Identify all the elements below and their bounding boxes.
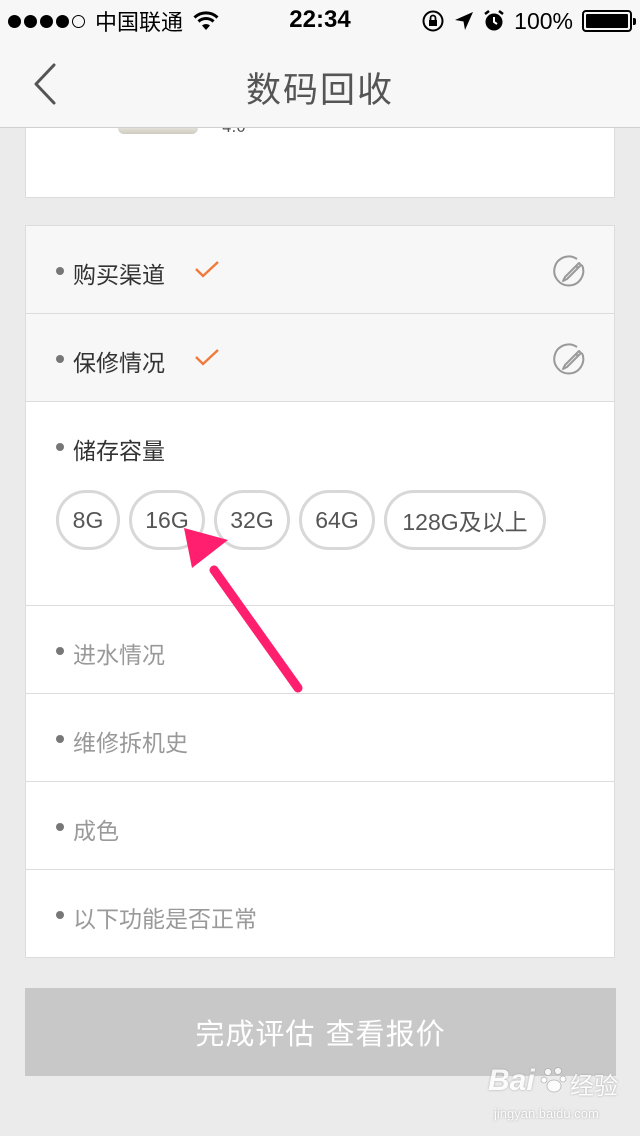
- status-bar: 中国联通 22:34 100%: [0, 0, 640, 40]
- section-label: 成色: [73, 819, 119, 845]
- edit-icon[interactable]: [552, 253, 586, 287]
- section-water-damage[interactable]: 进水情况: [26, 606, 614, 694]
- baidu-watermark: Bai 经验 jingyan.baidu.com: [488, 1058, 638, 1134]
- navigation-bar: 数码回收: [0, 40, 640, 128]
- section-label: 购买渠道: [73, 263, 165, 289]
- watermark-url: jingyan.baidu.com: [494, 1106, 599, 1121]
- bullet-icon: [56, 267, 64, 275]
- section-functions[interactable]: 以下功能是否正常: [26, 870, 614, 957]
- bullet-icon: [56, 443, 64, 451]
- section-label: 储存容量: [73, 439, 165, 465]
- section-repair-history[interactable]: 维修拆机史: [26, 694, 614, 782]
- section-storage: 储存容量 8G 16G 32G 64G 128G及以上: [26, 402, 614, 606]
- watermark-brand: Bai: [488, 1064, 535, 1097]
- option-128g-plus[interactable]: 128G及以上: [384, 490, 546, 550]
- section-purchase-channel[interactable]: 购买渠道: [26, 226, 614, 314]
- section-label: 维修拆机史: [73, 731, 188, 757]
- section-label: 保修情况: [73, 351, 165, 377]
- product-image: [118, 128, 198, 134]
- battery-level-fill: [586, 14, 628, 28]
- page-title: 数码回收: [245, 71, 394, 111]
- bullet-icon: [56, 647, 64, 655]
- battery-icon: [582, 10, 636, 32]
- rotation-lock-icon: [422, 10, 444, 32]
- section-label: 进水情况: [73, 643, 165, 669]
- bullet-icon: [56, 735, 64, 743]
- section-label: 以下功能是否正常: [73, 907, 257, 933]
- evaluation-card: 购买渠道 保修情况 储存容量 8G 16G 32G 64G 128G及以上 进水…: [25, 225, 615, 958]
- bullet-icon: [56, 355, 64, 363]
- bullet-icon: [56, 823, 64, 831]
- edit-icon[interactable]: [552, 341, 586, 375]
- checkmark-icon: [195, 261, 219, 278]
- section-condition[interactable]: 成色: [26, 782, 614, 870]
- product-card: 4.0: [25, 128, 615, 198]
- section-warranty[interactable]: 保修情况: [26, 314, 614, 402]
- bullet-icon: [56, 911, 64, 919]
- product-partial-text: 4.0: [222, 128, 246, 136]
- checkmark-icon: [195, 349, 219, 366]
- option-8g[interactable]: 8G: [56, 490, 120, 550]
- watermark-cn: 经验: [570, 1072, 618, 1100]
- paw-icon: [540, 1067, 567, 1093]
- battery-percentage: 100%: [514, 7, 573, 34]
- annotation-arrow-icon: [184, 528, 303, 693]
- alarm-icon: [484, 10, 504, 31]
- location-arrow-icon: [455, 12, 474, 30]
